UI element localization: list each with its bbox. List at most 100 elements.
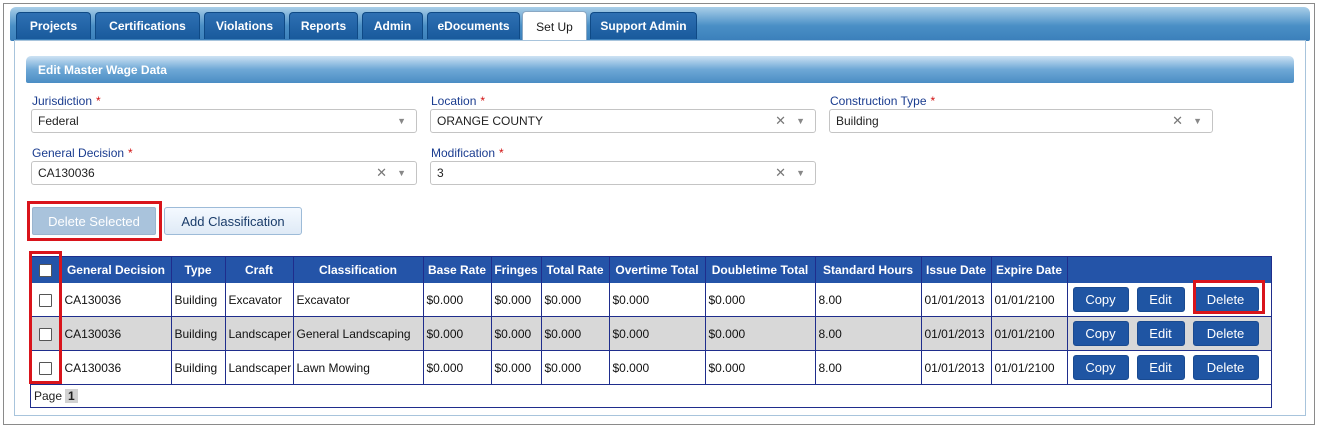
cell-general-decision: CA130036 bbox=[61, 350, 172, 385]
edit-button[interactable]: Edit bbox=[1136, 355, 1185, 380]
cell-total-rate: $0.000 bbox=[541, 316, 610, 351]
cell-craft: Landscaper bbox=[225, 350, 294, 385]
tab-violations[interactable]: Violations bbox=[204, 12, 285, 39]
cell-issue-date: 01/01/2013 bbox=[921, 283, 992, 317]
required-mark: * bbox=[128, 146, 133, 160]
cell-total-rate: $0.000 bbox=[541, 350, 610, 385]
cell-type: Building bbox=[171, 316, 226, 351]
cell-expire-date: 01/01/2100 bbox=[991, 283, 1068, 317]
add-classification-button[interactable]: Add Classification bbox=[164, 207, 302, 235]
jurisdiction-select[interactable]: Federal ▼ bbox=[31, 109, 417, 133]
column-header[interactable]: Standard Hours bbox=[815, 257, 922, 283]
column-header[interactable]: Total Rate bbox=[541, 257, 610, 283]
location-label: Location * bbox=[431, 94, 486, 108]
cell-fringes: $0.000 bbox=[491, 283, 542, 317]
cell-doubletime-total: $0.000 bbox=[705, 316, 816, 351]
jurisdiction-label: Jurisdiction * bbox=[32, 94, 101, 108]
cell-craft: Excavator bbox=[225, 283, 294, 317]
tab-set-up[interactable]: Set Up bbox=[522, 11, 587, 41]
cell-standard-hours: 8.00 bbox=[815, 316, 922, 351]
location-value: ORANGE COUNTY bbox=[437, 114, 544, 128]
cell-fringes: $0.000 bbox=[491, 316, 542, 351]
delete-button[interactable]: Delete bbox=[1192, 355, 1259, 380]
delete-button[interactable]: Delete bbox=[1192, 321, 1259, 346]
panel-title: Edit Master Wage Data bbox=[26, 56, 1294, 83]
table-row: CA130036 Building Excavator Excavator $0… bbox=[31, 283, 1271, 317]
column-header[interactable]: General Decision bbox=[61, 257, 172, 283]
cell-actions: Copy Edit Delete bbox=[1067, 316, 1271, 351]
general-decision-value: CA130036 bbox=[38, 166, 95, 180]
highlight-delete-selected bbox=[27, 201, 162, 241]
column-header[interactable]: Craft bbox=[225, 257, 294, 283]
clear-icon[interactable]: ✕ bbox=[1172, 113, 1183, 129]
main-tab-bar: Projects Certifications Violations Repor… bbox=[10, 7, 1310, 41]
wage-data-grid: General Decision Type Craft Classificati… bbox=[30, 256, 1272, 408]
column-header[interactable]: Doubletime Total bbox=[705, 257, 816, 283]
edit-button[interactable]: Edit bbox=[1136, 287, 1185, 312]
cell-type: Building bbox=[171, 350, 226, 385]
column-header[interactable]: Overtime Total bbox=[609, 257, 706, 283]
pager: Page 1 bbox=[31, 385, 1271, 407]
cell-general-decision: CA130036 bbox=[61, 316, 172, 351]
clear-icon[interactable]: ✕ bbox=[376, 165, 387, 181]
tab-reports[interactable]: Reports bbox=[289, 12, 358, 39]
highlight-checkbox-column bbox=[29, 251, 62, 384]
general-decision-label: General Decision * bbox=[32, 146, 133, 160]
tab-admin[interactable]: Admin bbox=[362, 12, 423, 39]
construction-type-select[interactable]: Building ✕ ▼ bbox=[829, 109, 1213, 133]
tab-certifications[interactable]: Certifications bbox=[95, 12, 200, 39]
construction-type-label: Construction Type * bbox=[830, 94, 936, 108]
cell-base-rate: $0.000 bbox=[423, 316, 492, 351]
column-header[interactable]: Base Rate bbox=[423, 257, 492, 283]
column-header[interactable]: Type bbox=[171, 257, 226, 283]
jurisdiction-value: Federal bbox=[38, 114, 79, 128]
clear-icon[interactable]: ✕ bbox=[775, 165, 786, 181]
copy-button[interactable]: Copy bbox=[1072, 355, 1129, 380]
chevron-down-icon: ▼ bbox=[397, 116, 406, 126]
copy-button[interactable]: Copy bbox=[1072, 287, 1129, 312]
tab-projects[interactable]: Projects bbox=[16, 12, 91, 39]
tab-edocuments[interactable]: eDocuments bbox=[427, 12, 520, 39]
cell-general-decision: CA130036 bbox=[61, 283, 172, 317]
pager-label: Page bbox=[34, 389, 63, 403]
location-select[interactable]: ORANGE COUNTY ✕ ▼ bbox=[430, 109, 816, 133]
cell-standard-hours: 8.00 bbox=[815, 350, 922, 385]
table-row: CA130036 Building Landscaper General Lan… bbox=[31, 316, 1271, 351]
grid-header-row: General Decision Type Craft Classificati… bbox=[31, 257, 1271, 283]
required-mark: * bbox=[480, 94, 486, 108]
column-header[interactable]: Issue Date bbox=[921, 257, 992, 283]
column-header[interactable]: Expire Date bbox=[991, 257, 1068, 283]
column-header[interactable]: Fringes bbox=[491, 257, 542, 283]
chevron-down-icon: ▼ bbox=[1193, 116, 1202, 126]
cell-classification: Lawn Mowing bbox=[293, 350, 424, 385]
construction-type-value: Building bbox=[836, 114, 879, 128]
cell-fringes: $0.000 bbox=[491, 350, 542, 385]
cell-doubletime-total: $0.000 bbox=[705, 350, 816, 385]
cell-issue-date: 01/01/2013 bbox=[921, 350, 992, 385]
modification-label: Modification * bbox=[431, 146, 504, 160]
cell-type: Building bbox=[171, 283, 226, 317]
edit-button[interactable]: Edit bbox=[1136, 321, 1185, 346]
cell-classification: Excavator bbox=[293, 283, 424, 317]
copy-button[interactable]: Copy bbox=[1072, 321, 1129, 346]
required-mark: * bbox=[499, 146, 504, 160]
cell-doubletime-total: $0.000 bbox=[705, 283, 816, 317]
modification-select[interactable]: 3 ✕ ▼ bbox=[430, 161, 816, 185]
modification-value: 3 bbox=[437, 166, 444, 180]
cell-base-rate: $0.000 bbox=[423, 283, 492, 317]
chevron-down-icon: ▼ bbox=[397, 168, 406, 178]
cell-classification: General Landscaping bbox=[293, 316, 424, 351]
cell-expire-date: 01/01/2100 bbox=[991, 316, 1068, 351]
tab-support-admin[interactable]: Support Admin bbox=[590, 12, 697, 39]
chevron-down-icon: ▼ bbox=[796, 116, 805, 126]
cell-overtime-total: $0.000 bbox=[609, 350, 706, 385]
chevron-down-icon: ▼ bbox=[796, 168, 805, 178]
clear-icon[interactable]: ✕ bbox=[775, 113, 786, 129]
general-decision-select[interactable]: CA130036 ✕ ▼ bbox=[31, 161, 417, 185]
cell-base-rate: $0.000 bbox=[423, 350, 492, 385]
table-row: CA130036 Building Landscaper Lawn Mowing… bbox=[31, 350, 1271, 385]
cell-issue-date: 01/01/2013 bbox=[921, 316, 992, 351]
column-header[interactable]: Classification bbox=[293, 257, 424, 283]
page-number[interactable]: 1 bbox=[65, 389, 78, 403]
cell-expire-date: 01/01/2100 bbox=[991, 350, 1068, 385]
